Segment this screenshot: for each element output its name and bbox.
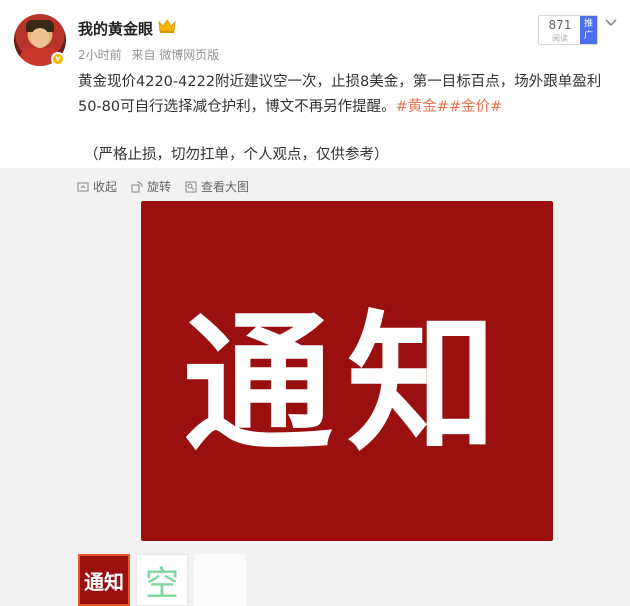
thumbnail-2[interactable]: 空 bbox=[136, 554, 188, 606]
post-content: 黄金现价4220-4222附近建议空一次，止损8美金，第一目标百点，场外跟单盈利… bbox=[78, 70, 618, 120]
rotate-label: 旋转 bbox=[147, 180, 172, 194]
post-meta: 2小时前 来自 微博网页版 bbox=[78, 46, 225, 63]
hashtag-gold[interactable]: #黄金# bbox=[396, 99, 449, 115]
read-count: 871 bbox=[548, 18, 572, 32]
view-large-icon bbox=[185, 181, 197, 192]
promote-button[interactable]: 推广 bbox=[580, 16, 597, 44]
post-body: 黄金现价4220-4222附近建议空一次，止损8美金，第一目标百点，场外跟单盈利… bbox=[78, 74, 602, 115]
collapse-label: 收起 bbox=[93, 180, 118, 194]
media-toolbar: 收起 旋转 查看大图 bbox=[77, 178, 249, 195]
verified-badge-icon: v bbox=[51, 52, 65, 66]
collapse-icon bbox=[77, 182, 89, 191]
chevron-down-icon[interactable] bbox=[604, 18, 618, 28]
collapse-button[interactable]: 收起 bbox=[77, 178, 117, 195]
thumbnail-2-text: 空 bbox=[145, 563, 179, 604]
post-time[interactable]: 2小时前 bbox=[78, 48, 122, 62]
hashtag-gold-price[interactable]: #金价# bbox=[449, 99, 502, 115]
thumbnail-3[interactable] bbox=[194, 554, 246, 606]
post-note: （严格止损，切勿扛单，个人观点，仅供参考） bbox=[84, 147, 389, 163]
avatar-face bbox=[31, 28, 49, 48]
username-link[interactable]: 我的黄金眼 bbox=[78, 18, 153, 39]
thumbnail-strip: 通知 空 bbox=[78, 554, 246, 606]
post-source: 来自 微博网页版 bbox=[131, 48, 220, 62]
rotate-button[interactable]: 旋转 bbox=[131, 178, 171, 195]
read-count-box: 871 阅读 推广 bbox=[538, 15, 598, 45]
view-large-label: 查看大图 bbox=[201, 180, 250, 194]
notice-image-text: 通知 bbox=[182, 297, 511, 472]
view-large-button[interactable]: 查看大图 bbox=[185, 178, 249, 195]
post-main-image[interactable]: 通知 bbox=[141, 201, 553, 541]
thumbnail-1[interactable]: 通知 bbox=[78, 554, 130, 606]
thumbnail-1-text: 通知 bbox=[84, 569, 124, 594]
crown-icon bbox=[158, 19, 176, 33]
media-area: 收起 旋转 查看大图 通知 通知 空 bbox=[0, 168, 630, 606]
rotate-icon bbox=[131, 181, 143, 192]
read-label: 阅读 bbox=[552, 34, 568, 43]
